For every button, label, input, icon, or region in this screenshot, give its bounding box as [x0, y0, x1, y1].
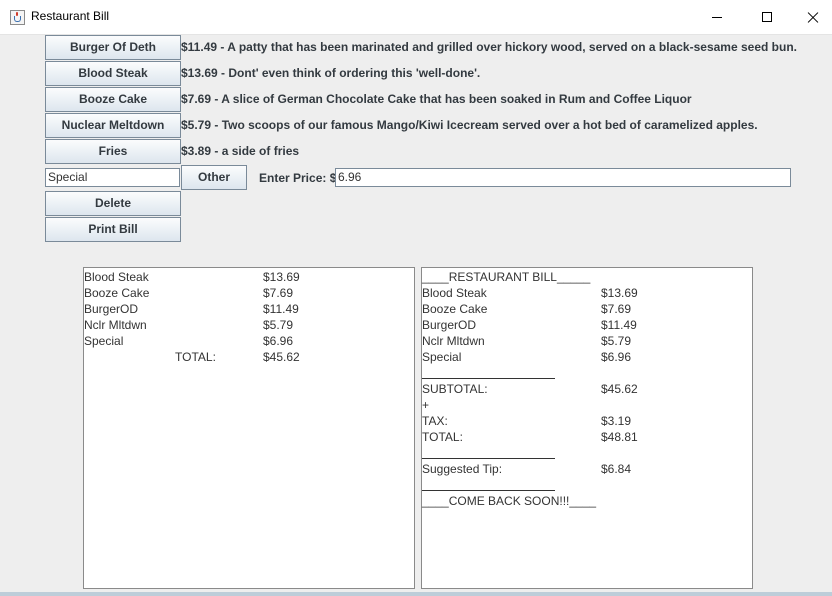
tip-row: Suggested Tip: $6.84 — [422, 461, 752, 477]
item-name: BurgerOD — [84, 302, 139, 316]
grand-total-label: TOTAL: — [422, 430, 463, 444]
fries-description: $3.89 - a side of fries — [181, 144, 300, 158]
plus-sign: + — [422, 398, 430, 412]
bill-item: Special $6.96 — [422, 349, 752, 365]
item-price: $6.96 — [263, 334, 294, 348]
grand-total-value: $48.81 — [601, 430, 638, 444]
special-name-input[interactable]: Special — [45, 168, 180, 187]
bill-item-price: $6.96 — [601, 350, 632, 364]
item-name: Special — [84, 334, 124, 348]
bill-item-name: Special — [422, 350, 462, 364]
window-title: Restaurant Bill — [31, 9, 110, 23]
bill-item: Blood Steak $13.69 — [422, 285, 752, 301]
close-icon[interactable] — [790, 0, 832, 34]
list-item[interactable]: Blood Steak $13.69 — [84, 269, 414, 285]
subtotal-value: $45.62 — [601, 382, 638, 396]
tax-label: TAX: — [422, 414, 448, 428]
title-bar: Restaurant Bill — [0, 0, 832, 35]
list-item[interactable]: Special $6.96 — [84, 333, 414, 349]
divider — [422, 458, 555, 459]
item-name: Booze Cake — [84, 286, 150, 300]
price-input[interactable]: 6.96 — [335, 168, 791, 187]
other-button[interactable]: Other — [181, 165, 247, 190]
tip-label: Suggested Tip: — [422, 462, 503, 476]
item-name: Nclr Mltdwn — [84, 318, 147, 332]
bill-item-name: BurgerOD — [422, 318, 477, 332]
bill-item-price: $5.79 — [601, 334, 632, 348]
maximize-icon[interactable] — [744, 0, 790, 34]
tax-value: $3.19 — [601, 414, 632, 428]
nuclear-meltdown-description: $5.79 - Two scoops of our famous Mango/K… — [181, 118, 758, 132]
bill-item: Nclr Mltdwn $5.79 — [422, 333, 752, 349]
item-name: Blood Steak — [84, 270, 149, 284]
burger-of-deth-button[interactable]: Burger Of Deth — [45, 35, 181, 60]
subtotal-row: SUBTOTAL: $45.62 — [422, 381, 752, 397]
bill-item-name: Blood Steak — [422, 286, 487, 300]
bill-panel: ____RESTAURANT BILL_____ Blood Steak $13… — [421, 267, 753, 589]
burger-description: $11.49 - A patty that has been marinated… — [181, 40, 797, 54]
bill-item-price: $7.69 — [601, 302, 632, 316]
minimize-icon[interactable] — [694, 0, 740, 34]
tax-row: TAX: $3.19 — [422, 413, 752, 429]
booze-cake-description: $7.69 - A slice of German Chocolate Cake… — [181, 92, 692, 106]
item-price: $11.49 — [263, 302, 299, 316]
item-price: $13.69 — [263, 270, 300, 284]
subtotal-label: SUBTOTAL: — [422, 382, 488, 396]
window-bottom-edge — [0, 592, 832, 596]
bill-item-price: $11.49 — [601, 318, 637, 332]
bill-item-name: Nclr Mltdwn — [422, 334, 485, 348]
booze-cake-button[interactable]: Booze Cake — [45, 87, 181, 112]
list-item[interactable]: Nclr Mltdwn $5.79 — [84, 317, 414, 333]
item-price: $7.69 — [263, 286, 294, 300]
divider — [422, 378, 555, 379]
item-price: $5.79 — [263, 318, 294, 332]
bill-footer: ____COME BACK SOON!!!____ — [422, 494, 597, 508]
list-item[interactable]: Booze Cake $7.69 — [84, 285, 414, 301]
enter-price-label: Enter Price: $ — [259, 171, 337, 185]
nuclear-meltdown-button[interactable]: Nuclear Meltdown — [45, 113, 181, 138]
bill-item: BurgerOD $11.49 — [422, 317, 752, 333]
bill-header: ____RESTAURANT BILL_____ — [422, 270, 591, 284]
blood-steak-button[interactable]: Blood Steak — [45, 61, 181, 86]
order-total-value: $45.62 — [263, 350, 300, 364]
delete-button[interactable]: Delete — [45, 191, 181, 216]
print-bill-button[interactable]: Print Bill — [45, 217, 181, 242]
fries-button[interactable]: Fries — [45, 139, 181, 164]
divider — [422, 490, 555, 491]
order-total-label: TOTAL: — [175, 350, 216, 364]
blood-steak-description: $13.69 - Dont' even think of ordering th… — [181, 66, 481, 80]
order-list-panel: Blood Steak $13.69 Booze Cake $7.69 Burg… — [83, 267, 415, 589]
list-item[interactable]: BurgerOD $11.49 — [84, 301, 414, 317]
order-total-row: TOTAL: $45.62 — [84, 349, 414, 365]
bill-item-name: Booze Cake — [422, 302, 488, 316]
grand-total-row: TOTAL: $48.81 — [422, 429, 752, 445]
bill-item: Booze Cake $7.69 — [422, 301, 752, 317]
tip-value: $6.84 — [601, 462, 632, 476]
java-cup-icon — [10, 10, 25, 25]
bill-item-price: $13.69 — [601, 286, 638, 300]
